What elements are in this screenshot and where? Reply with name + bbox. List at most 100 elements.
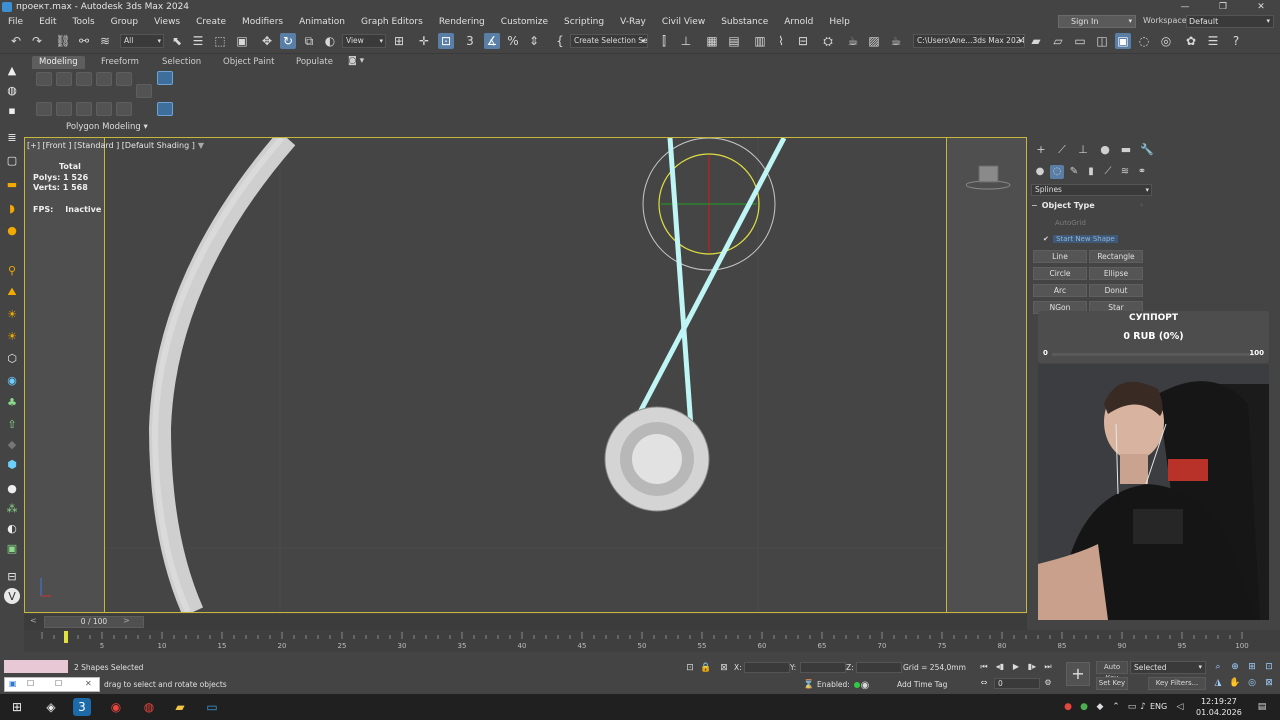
layout-toggle-icon[interactable]: ▣ — [1115, 33, 1131, 49]
select-object-icon[interactable]: ⬉ — [169, 33, 185, 49]
utilities-tab-icon[interactable]: 🔧 — [1139, 143, 1155, 157]
asset-tracking-icon[interactable]: ◫ — [1094, 33, 1110, 49]
menu-list-icon[interactable]: ☰ — [1205, 33, 1221, 49]
menu-arnold[interactable]: Arnold — [776, 17, 821, 27]
viewport-label[interactable]: [+] [Front ] [Standard ] [Default Shadin… — [27, 141, 204, 150]
auto-key-button[interactable]: Auto Key — [1096, 661, 1128, 682]
cameras-icon[interactable]: ▮ — [1084, 165, 1098, 179]
toggle-scene-explorer-icon[interactable]: ▦ — [704, 33, 720, 49]
ellipse-button[interactable]: Ellipse — [1089, 267, 1143, 280]
absolute-mode-icon[interactable]: ⊠ — [716, 660, 732, 676]
edit-named-selection-icon[interactable]: { — [552, 33, 568, 49]
project-path-dropdown[interactable]: C:\Users\Ane...3ds Max 2024 — [913, 34, 1025, 48]
ribbon-tab-selection[interactable]: Selection — [155, 56, 208, 69]
close-button[interactable]: ✕ — [1242, 0, 1280, 14]
ribbon-tab-freeform[interactable]: Freeform — [94, 56, 146, 69]
start-new-shape-button[interactable]: Start New Shape — [1053, 235, 1118, 243]
x-coordinate-field[interactable] — [744, 662, 790, 673]
bind-space-warp-icon[interactable]: ≋ — [97, 33, 113, 49]
systems-icon[interactable]: ⛰ — [4, 284, 20, 300]
menu-graph-editors[interactable]: Graph Editors — [353, 17, 431, 27]
play-icon[interactable]: ▶ — [1010, 661, 1022, 673]
ribbon-options-icon[interactable]: ◙ ▾ — [348, 56, 364, 66]
move-icon[interactable]: ✥ — [259, 33, 275, 49]
ribbon-ring-button[interactable] — [76, 102, 92, 116]
key-mode-icon[interactable]: ⇔ — [978, 677, 990, 689]
viewcube-icon[interactable] — [966, 163, 1016, 191]
zoom-all-icon[interactable]: ⊕ — [1229, 661, 1241, 673]
toggle-ribbon-icon[interactable]: ▥ — [752, 33, 768, 49]
systems-icon[interactable]: ⚭ — [1135, 165, 1149, 179]
selection-lock-icon[interactable]: 🔒 — [698, 660, 714, 676]
tray-speaker-icon[interactable]: ◁ — [1174, 701, 1186, 713]
hierarchy-tab-icon[interactable]: ⊥ — [1075, 143, 1091, 157]
remote-desktop-icon[interactable]: ▭ — [203, 698, 221, 716]
arc-button[interactable]: Arc — [1033, 284, 1087, 297]
autogrid-checkbox[interactable]: AutoGrid — [1055, 219, 1086, 227]
key-selection-dropdown[interactable]: Selected — [1130, 661, 1206, 674]
helpers-icon[interactable]: ⟋ — [1101, 165, 1115, 179]
help-icon[interactable]: ? — [1228, 33, 1244, 49]
notifications-icon[interactable]: ▤ — [1256, 701, 1268, 713]
enabled-toggle[interactable]: Enabled: — [817, 680, 860, 689]
sun-icon[interactable]: ☀ — [4, 306, 20, 322]
save-icon[interactable]: ▭ — [1072, 33, 1088, 49]
go-to-start-icon[interactable]: ⏮ — [978, 661, 990, 673]
donut-button[interactable]: Donut — [1089, 284, 1143, 297]
menu-views[interactable]: Views — [146, 17, 188, 27]
utilities-icon[interactable]: ⊟ — [4, 568, 20, 584]
script-icon[interactable]: ▣ — [9, 679, 17, 688]
current-frame-marker[interactable] — [64, 631, 68, 643]
groups-icon[interactable]: ⁂ — [4, 500, 20, 516]
material-editor-icon[interactable]: ⛭ — [820, 33, 836, 49]
isolate-selection-icon[interactable]: ⊡ — [682, 660, 698, 676]
material-sphere-icon[interactable]: ● — [4, 480, 20, 496]
previous-frame-icon[interactable]: ◂▮ — [994, 661, 1006, 673]
rectangular-selection-icon[interactable]: ⬚ — [212, 33, 228, 49]
render-setup-icon[interactable]: ☕ — [845, 33, 861, 49]
front-viewport[interactable]: [+] [Front ] [Standard ] [Default Shadin… — [24, 137, 1027, 613]
zoom-icon[interactable]: ⌕ — [1212, 661, 1224, 673]
set-key-button[interactable]: Set Key — [1096, 677, 1128, 690]
add-time-tag[interactable]: Add Time Tag — [897, 680, 947, 689]
pivot-center-icon[interactable]: ⊞ — [391, 33, 407, 49]
mirror-icon[interactable]: ⫿ — [656, 33, 672, 49]
tree-icon[interactable]: ♣ — [4, 394, 20, 410]
listener-restore-icon[interactable]: ☐ — [55, 679, 62, 688]
maximize-button[interactable]: ❐ — [1204, 0, 1242, 14]
link-icon[interactable]: ⛓ — [55, 33, 71, 49]
menu-help[interactable]: Help — [821, 17, 858, 27]
rotate-icon[interactable]: ↻ — [280, 33, 296, 49]
ribbon-border-button[interactable] — [76, 72, 92, 86]
reference-coordinate-dropdown[interactable]: View — [342, 34, 386, 48]
list-view-icon[interactable]: ≣ — [4, 129, 20, 145]
ribbon-tab-object-paint[interactable]: Object Paint — [216, 56, 281, 69]
menu-modifiers[interactable]: Modifiers — [234, 17, 291, 27]
start-new-shape-check-icon[interactable]: ✔ — [1043, 235, 1050, 243]
menu-create[interactable]: Create — [188, 17, 234, 27]
ribbon-polygon-button[interactable] — [96, 72, 112, 86]
ribbon-mod-stack-button[interactable] — [157, 71, 173, 85]
place-icon[interactable]: ◐ — [322, 33, 338, 49]
window-crossing-icon[interactable]: ▣ — [234, 33, 250, 49]
toggle-layer-explorer-icon[interactable]: ▤ — [726, 33, 742, 49]
create-tab-icon[interactable]: + — [1033, 143, 1049, 157]
maximize-viewport-icon[interactable]: ⊠ — [1263, 677, 1275, 689]
menu-edit[interactable]: Edit — [31, 17, 64, 27]
particle-icon[interactable]: ⬢ — [4, 456, 20, 472]
object-type-header[interactable]: Object Type◦ — [1031, 200, 1152, 212]
chrome-icon[interactable]: ◉ — [107, 698, 125, 716]
percent-snap-icon[interactable]: % — [505, 33, 521, 49]
time-config-icon[interactable]: ⚙ — [1042, 677, 1054, 689]
listener-window-icon[interactable]: ☐ — [27, 679, 34, 688]
rendered-frame-window-icon[interactable]: ▨ — [866, 33, 882, 49]
safe-frame-icon[interactable]: ▪ — [4, 102, 20, 118]
select-manipulate-icon[interactable]: ✛ — [416, 33, 432, 49]
tray-language[interactable]: ENG — [1150, 702, 1167, 711]
menu-scripting[interactable]: Scripting — [556, 17, 612, 27]
ribbon-element-button[interactable] — [116, 72, 132, 86]
select-by-name-icon[interactable]: ☰ — [190, 33, 206, 49]
menu-substance[interactable]: Substance — [713, 17, 776, 27]
camera-icon[interactable]: ▢ — [4, 152, 20, 168]
menu-tools[interactable]: Tools — [65, 17, 103, 27]
